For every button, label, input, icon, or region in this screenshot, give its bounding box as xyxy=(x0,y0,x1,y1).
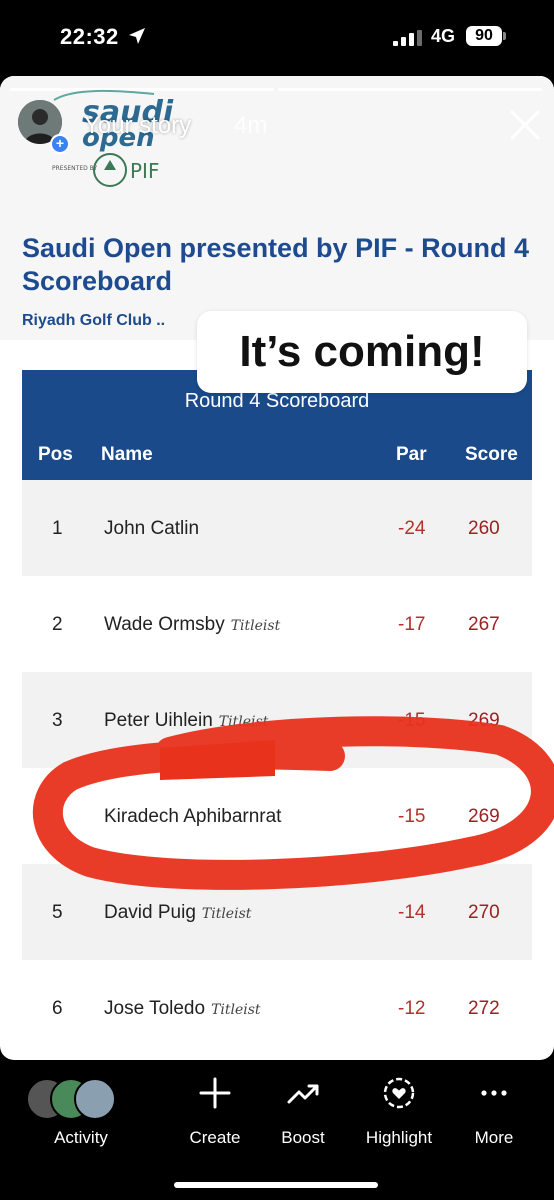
more-icon xyxy=(481,1090,507,1096)
row-par: -24 xyxy=(398,518,426,539)
battery-nub xyxy=(503,32,506,40)
row-pos: 6 xyxy=(52,998,63,1019)
row-par: -12 xyxy=(398,998,426,1019)
row-name: Kiradech Aphibarnrat xyxy=(104,806,281,828)
table-row: Kiradech Aphibarnrat -15 269 xyxy=(22,768,532,864)
highlight-label: Highlight xyxy=(365,1128,433,1147)
player-name: Peter Uihlein xyxy=(104,710,213,731)
home-indicator[interactable] xyxy=(174,1182,378,1188)
activity-label: Activity xyxy=(54,1128,108,1147)
status-time: 22:32 xyxy=(60,24,119,49)
story-user-label: Your story xyxy=(84,112,192,139)
sponsor-logo: Titleist xyxy=(230,618,281,634)
status-bar: 22:32 4G 90 xyxy=(0,0,554,76)
table-row: 2 Wade Ormsby Titleist -17 267 xyxy=(22,576,532,672)
story-time-ago: 4m xyxy=(234,112,268,139)
boost-label: Boost xyxy=(281,1128,325,1147)
row-name: Peter Uihlein Titleist xyxy=(104,710,268,732)
add-to-story-icon[interactable]: + xyxy=(50,134,70,154)
player-name: Kiradech Aphibarnrat xyxy=(104,806,282,827)
table-caption: Round 4 Scoreboard xyxy=(184,390,370,412)
more-label: More xyxy=(474,1128,514,1147)
row-pos: 5 xyxy=(52,902,63,923)
row-score: 269 xyxy=(468,806,500,827)
close-icon[interactable] xyxy=(508,108,542,142)
story-action-bar: Activity Create Boost Highlight More xyxy=(0,1060,554,1200)
svg-text:PIF: PIF xyxy=(130,159,159,183)
table-row: 5 David Puig Titleist -14 270 xyxy=(22,864,532,960)
col-header-name: Name xyxy=(101,444,153,465)
row-par: -15 xyxy=(398,710,426,731)
battery-indicator: 90 xyxy=(466,26,502,46)
trend-up-icon xyxy=(287,1084,319,1104)
create-label: Create xyxy=(189,1128,241,1147)
table-row: 3 Peter Uihlein Titleist -15 269 xyxy=(22,672,532,768)
row-score: 260 xyxy=(468,518,500,539)
row-score: 269 xyxy=(468,710,500,731)
row-pos: 3 xyxy=(52,710,63,731)
plus-icon xyxy=(199,1077,231,1109)
row-pos: 1 xyxy=(52,518,63,539)
row-score: 270 xyxy=(468,902,500,923)
svg-text:PRESENTED BY: PRESENTED BY xyxy=(52,165,97,172)
signal-bars-icon xyxy=(393,30,422,46)
sponsor-logo: Titleist xyxy=(211,1002,261,1018)
row-score: 267 xyxy=(468,614,500,635)
activity-avatars-icon xyxy=(26,1078,136,1120)
col-header-score: Score xyxy=(465,444,518,465)
scoreboard-table: Round 4 Scoreboard Pos Name Par Score 1 … xyxy=(22,370,532,1056)
row-name: David Puig Titleist xyxy=(104,902,251,924)
page-title: Saudi Open presented by PIF - Round 4 Sc… xyxy=(22,233,530,296)
player-name: Jose Toledo xyxy=(104,998,206,1019)
row-par: -14 xyxy=(398,902,426,923)
row-pos: 2 xyxy=(52,614,63,635)
network-type: 4G xyxy=(431,26,456,46)
sponsor-logo: Titleist xyxy=(218,714,269,730)
player-name: John Catlin xyxy=(104,518,200,539)
text-sticker[interactable]: It’s coming! xyxy=(197,311,527,393)
story-viewer[interactable]: saudi open PRESENTED BY PIF + Your story… xyxy=(0,76,554,1060)
story-progress-2 xyxy=(278,88,542,91)
table-row: 1 John Catlin -24 260 xyxy=(22,480,532,576)
table-row: 6 Jose Toledo Titleist -12 272 xyxy=(22,960,532,1056)
col-header-par: Par xyxy=(396,444,427,465)
row-par: -17 xyxy=(398,614,426,635)
player-name: Wade Ormsby xyxy=(104,614,225,635)
sponsor-logo: Titleist xyxy=(201,906,252,922)
venue-subtitle: Riyadh Golf Club .. xyxy=(22,312,166,329)
row-name: Jose Toledo Titleist xyxy=(104,998,261,1020)
highlight-heart-icon xyxy=(383,1077,415,1109)
col-header-pos: Pos xyxy=(38,444,73,465)
player-name: David Puig xyxy=(104,902,196,923)
location-arrow-icon xyxy=(129,28,145,44)
row-score: 272 xyxy=(468,998,500,1019)
row-name: John Catlin xyxy=(104,518,199,540)
row-par: -15 xyxy=(398,806,426,827)
row-name: Wade Ormsby Titleist xyxy=(104,614,280,636)
